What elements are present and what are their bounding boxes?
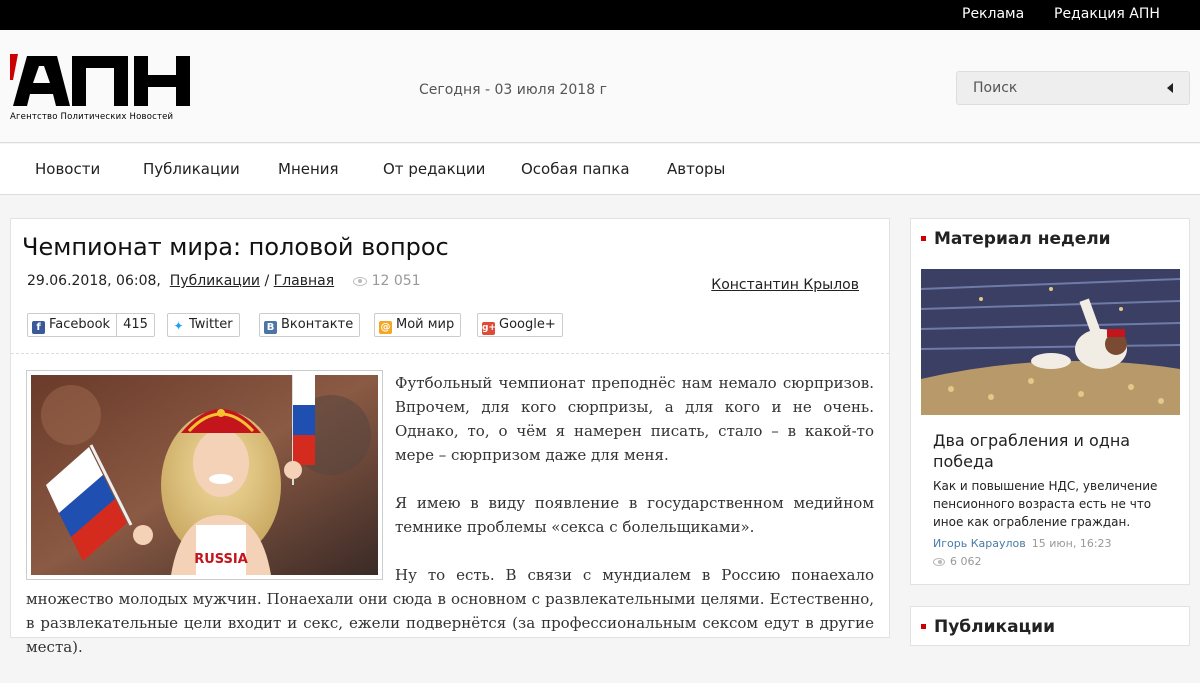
article: Чемпионат мира: половой вопрос 29.06.201… [10, 218, 890, 656]
accent-mark [921, 236, 926, 241]
top-bar: Реклама Редакция АПН [0, 0, 1200, 30]
twitter-icon: ✦ [172, 319, 185, 333]
twitter-label: Twitter [189, 317, 233, 332]
ads-link[interactable]: Реклама [962, 6, 1024, 22]
moimir-label: Мой мир [396, 317, 455, 332]
week-material-view-count: 6 062 [950, 555, 982, 568]
today-date: Сегодня - 03 июля 2018 г [419, 82, 607, 98]
week-material-box: Материал недели Два ограбления и одна по… [910, 218, 1190, 585]
week-material-title-text: Материал недели [934, 229, 1111, 249]
week-material-views: 6 062 [933, 555, 982, 568]
publications-box: Публикации [910, 606, 1190, 646]
nav-item-publications[interactable]: Публикации [143, 160, 240, 178]
article-meta: 29.06.2018, 06:08, Публикации / Главная … [27, 273, 421, 289]
googleplus-icon: g+ [482, 322, 496, 335]
subsection-link[interactable]: Главная [274, 273, 334, 289]
article-body: Футбольный чемпионат преподнёс нам немал… [26, 371, 874, 683]
header: Агентство Политических Новостей Сегодня … [0, 30, 1200, 143]
article-date: 29.06.2018, 06:08, [27, 273, 161, 289]
search-box [956, 71, 1190, 105]
logo-subtitle: Агентство Политических Новостей [10, 112, 174, 122]
vkontakte-label: Вконтакте [281, 317, 354, 332]
vkontakte-share-button[interactable]: B Вконтакте [259, 313, 361, 337]
accent-mark [921, 624, 926, 629]
publications-title-text: Публикации [934, 617, 1055, 637]
view-count: 12 051 [371, 273, 421, 289]
week-material-author[interactable]: Игорь Караулов [933, 537, 1026, 550]
week-material-meta: Игорь Караулов 15 июн, 16:23 [933, 537, 1112, 550]
author-link[interactable]: Константин Крылов [711, 277, 859, 293]
nav-item-editorial[interactable]: От редакции [383, 160, 485, 178]
main-nav: Новости Публикации Мнения От редакции Ос… [0, 144, 1200, 195]
week-material-date: 15 июн, 16:23 [1031, 537, 1112, 550]
nav-item-news[interactable]: Новости [35, 160, 100, 178]
facebook-icon: f [32, 321, 45, 334]
divider [11, 353, 889, 354]
nav-item-opinions[interactable]: Мнения [278, 160, 339, 178]
nav-item-authors[interactable]: Авторы [667, 160, 725, 178]
week-material-title: Материал недели [921, 229, 1111, 249]
article-title: Чемпионат мира: половой вопрос [22, 233, 449, 261]
moimir-share-button[interactable]: @ Мой мир [374, 313, 462, 337]
search-input[interactable] [957, 72, 1157, 104]
vk-icon: B [264, 321, 277, 334]
week-material-headline[interactable]: Два ограбления и одна победа [933, 430, 1173, 472]
googleplus-share-button[interactable]: g+ Google+ [477, 313, 563, 337]
facebook-count: 415 [116, 314, 148, 336]
nav-item-special-folder[interactable]: Особая папка [521, 160, 630, 178]
breadcrumb-separator: / [264, 273, 270, 289]
editorial-link[interactable]: Редакция АПН [1054, 6, 1160, 22]
week-material-image[interactable] [920, 269, 1181, 415]
facebook-label: Facebook [49, 317, 111, 332]
eye-icon [933, 558, 945, 566]
publications-title: Публикации [921, 617, 1055, 637]
twitter-share-button[interactable]: ✦ Twitter [167, 313, 240, 337]
section-link[interactable]: Публикации [170, 273, 260, 289]
caret-left-icon[interactable] [1167, 83, 1173, 93]
facebook-share-button[interactable]: f Facebook 415 [27, 313, 155, 337]
googleplus-label: Google+ [499, 317, 556, 332]
moimir-icon: @ [379, 321, 392, 334]
week-material-lead: Как и повышение НДС, увеличение пенсионн… [933, 479, 1158, 529]
eye-icon [352, 276, 367, 286]
site-logo[interactable]: Агентство Политических Новостей [10, 54, 194, 126]
week-material-illustration [920, 269, 1181, 415]
logo-mark [10, 54, 190, 106]
